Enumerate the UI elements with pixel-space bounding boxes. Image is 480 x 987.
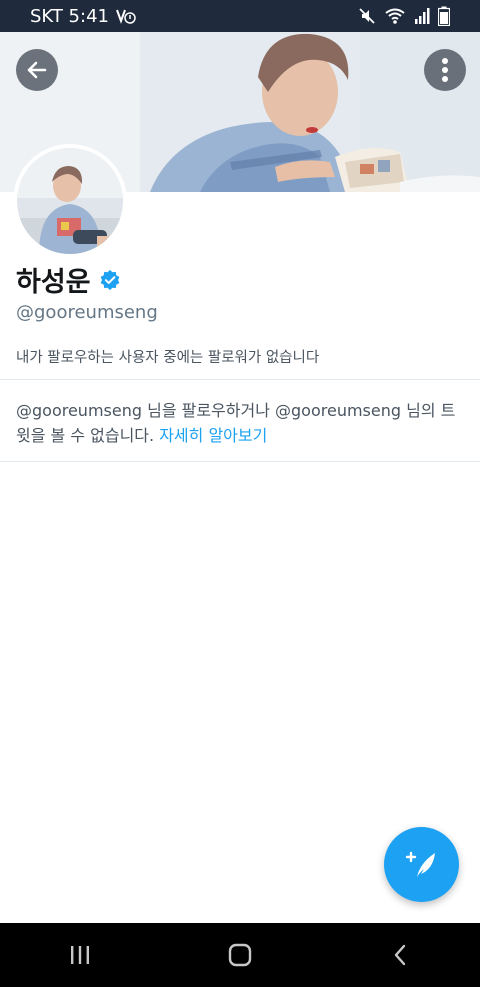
- status-bar: SKT 5:41: [0, 0, 480, 32]
- recents-button[interactable]: [50, 935, 110, 975]
- handle: @gooreumseng: [16, 302, 158, 323]
- more-vertical-icon: [442, 58, 448, 82]
- divider: [0, 461, 480, 462]
- status-right: [358, 6, 450, 26]
- protected-notice: @gooreumseng 님을 팔로우하거나 @gooreumseng 님의 트…: [16, 398, 468, 448]
- followers-you-know: 내가 팔로우하는 사용자 중에는 팔로워가 없습니다: [16, 350, 320, 366]
- navigation-bar: [0, 923, 480, 987]
- divider: [0, 379, 480, 380]
- battery-icon: [438, 6, 450, 26]
- carrier-time: SKT 5:41: [30, 5, 109, 27]
- compose-tweet-icon: [405, 851, 435, 877]
- status-left: SKT 5:41: [30, 6, 137, 27]
- more-options-button[interactable]: [424, 49, 466, 91]
- arrow-left-icon: [27, 61, 47, 79]
- system-back-button[interactable]: [370, 935, 430, 975]
- mute-icon: [359, 8, 375, 24]
- recents-icon: [71, 946, 89, 964]
- avatar[interactable]: [13, 144, 127, 258]
- compose-tweet-button[interactable]: [384, 827, 459, 902]
- avatar-photo: [17, 148, 123, 254]
- home-button[interactable]: [210, 935, 270, 975]
- learn-more-link[interactable]: 자세히 알아보기: [159, 426, 267, 445]
- back-button[interactable]: [16, 49, 58, 91]
- name-row: 하성운: [16, 260, 121, 299]
- display-name: 하성운: [16, 267, 91, 298]
- volte-icon: [116, 9, 136, 24]
- back-icon: [394, 944, 406, 966]
- wifi-icon: [385, 8, 405, 24]
- verified-badge-icon: [100, 269, 119, 290]
- signal-icon: [415, 8, 430, 24]
- home-icon: [228, 943, 252, 967]
